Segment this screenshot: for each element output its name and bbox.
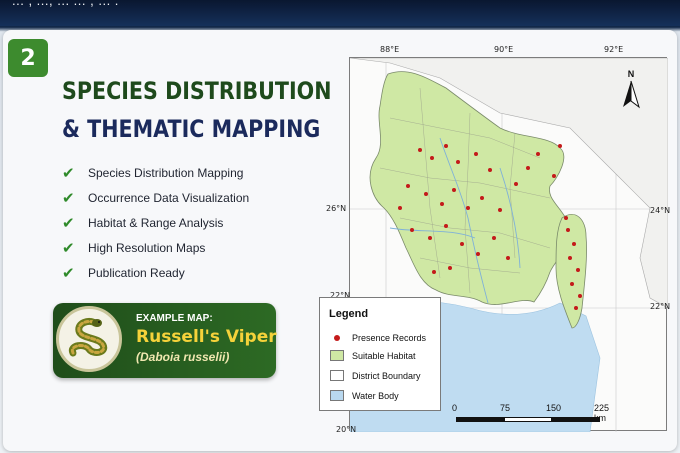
example-map-badge: EXAMPLE MAP: Russell's Viper (Daboia rus… bbox=[53, 303, 277, 378]
title-line-1: SPECIES DISTRIBUTION bbox=[62, 77, 332, 105]
check-icon: ✔ bbox=[62, 188, 75, 207]
feature-label: Publication Ready bbox=[88, 265, 185, 280]
lat-tick-right: 22°N bbox=[650, 302, 671, 311]
title-line-2: & THEMATIC MAPPING bbox=[62, 115, 321, 143]
lat-tick-right: 24°N bbox=[650, 206, 671, 215]
check-icon: ✔ bbox=[62, 238, 75, 257]
lat-tick-left: 20°N bbox=[336, 425, 357, 434]
legend-item-water: Water Body bbox=[330, 389, 399, 402]
example-label: EXAMPLE MAP: bbox=[136, 313, 213, 324]
north-arrow-icon: N bbox=[620, 69, 642, 111]
lon-tick: 90°E bbox=[494, 45, 514, 54]
feature-label: Habitat & Range Analysis bbox=[88, 215, 224, 230]
lon-tick: 88°E bbox=[380, 45, 400, 54]
habitat-swatch bbox=[330, 350, 344, 361]
presence-dot-icon bbox=[330, 332, 344, 343]
feature-label: Occurrence Data Visualization bbox=[88, 190, 250, 205]
scale-label: 75 bbox=[500, 403, 511, 413]
section-number-badge: 2 bbox=[8, 39, 48, 77]
feature-item: ✔ Habitat & Range Analysis bbox=[62, 210, 249, 235]
legend-item-district: District Boundary bbox=[330, 369, 421, 382]
species-common-name: Russell's Viper bbox=[136, 327, 277, 347]
feature-item: ✔ High Resolution Maps bbox=[62, 235, 249, 260]
feature-item: ✔ Species Distribution Mapping bbox=[62, 160, 249, 185]
legend-label: Water Body bbox=[352, 390, 399, 401]
legend-label: Presence Records bbox=[352, 332, 427, 343]
scale-bar: 0 75 150 225 km bbox=[452, 403, 612, 425]
legend-label: District Boundary bbox=[352, 370, 421, 381]
scale-label: 150 bbox=[546, 403, 562, 413]
lon-tick: 92°E bbox=[604, 45, 624, 54]
north-label: N bbox=[627, 69, 635, 79]
lat-tick-left: 26°N bbox=[326, 204, 347, 213]
legend-title: Legend bbox=[329, 308, 369, 320]
scale-segment bbox=[504, 417, 552, 422]
scale-segment bbox=[456, 417, 504, 422]
feature-label: Species Distribution Mapping bbox=[88, 165, 244, 180]
check-icon: ✔ bbox=[62, 213, 75, 232]
scale-segment bbox=[552, 417, 600, 422]
water-swatch bbox=[330, 390, 344, 401]
check-icon: ✔ bbox=[62, 263, 75, 282]
check-icon: ✔ bbox=[62, 163, 75, 182]
legend-label: Suitable Habitat bbox=[352, 350, 416, 361]
legend-item-habitat: Suitable Habitat bbox=[330, 349, 416, 362]
species-scientific-name: (Daboia russelii) bbox=[136, 350, 230, 364]
feature-list: ✔ Species Distribution Mapping ✔ Occurrenc… bbox=[62, 160, 249, 285]
feature-label: High Resolution Maps bbox=[88, 240, 206, 255]
snake-icon bbox=[56, 306, 122, 372]
top-banner-text: ... , ..., ... ... , ... . bbox=[12, 0, 119, 8]
district-swatch bbox=[330, 370, 344, 381]
top-banner: ... , ..., ... ... , ... . bbox=[0, 0, 680, 26]
map-legend: Legend Presence Records Suitable Habitat… bbox=[319, 297, 441, 411]
feature-item: ✔ Publication Ready bbox=[62, 260, 249, 285]
scale-label: 0 bbox=[452, 403, 458, 413]
feature-item: ✔ Occurrence Data Visualization bbox=[62, 185, 249, 210]
section-title: SPECIES DISTRIBUTION & THEMATIC MAPPING bbox=[62, 72, 332, 148]
legend-item-presence: Presence Records bbox=[330, 331, 426, 344]
